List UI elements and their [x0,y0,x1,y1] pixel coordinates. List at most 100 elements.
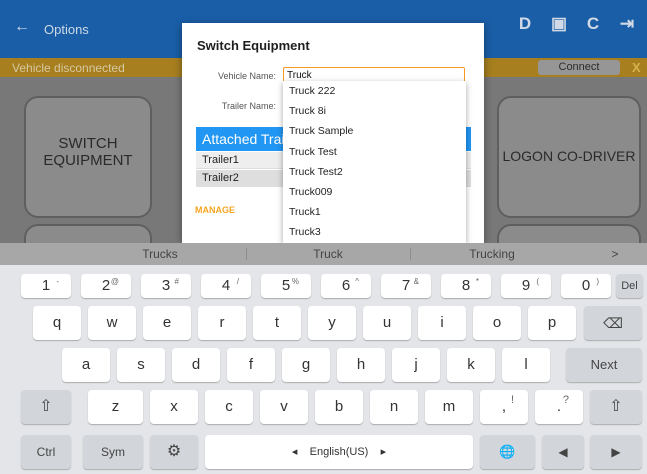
logon-codriver-tile[interactable]: LOGON CO-DRIVER [497,96,641,218]
tile-label: SWITCH [58,135,118,152]
key-i[interactable]: i [418,306,466,340]
suggestion[interactable]: Trucks [80,247,240,261]
driver-d-icon[interactable]: D [513,14,537,34]
key-alt-label: * [475,277,479,286]
delete-key[interactable]: Del [616,274,643,298]
tile-label: EQUIPMENT [43,152,133,169]
key-0[interactable]: 0) [561,274,611,298]
key-alt-label: ? [562,394,569,406]
key-s[interactable]: s [117,348,165,382]
connection-status-text: Vehicle disconnected [12,61,125,75]
key-3[interactable]: 3 # [141,274,191,298]
vehicle-autocomplete-list: Truck 222 Truck 8i Truck Sample Truck Te… [283,81,466,243]
key-r[interactable]: r [198,306,246,340]
sym-key[interactable]: Sym [83,435,143,469]
inspection-icon[interactable]: ▣ [547,14,571,34]
suggestion-divider [410,248,411,260]
suggestion[interactable]: Truck [248,247,408,261]
key-label: 9 [521,277,531,294]
dialog-title: Switch Equipment [197,38,310,53]
vehicle-option[interactable]: Truck 222 [283,81,466,101]
manage-button[interactable]: MANAGE [195,205,235,215]
key-4[interactable]: 4/ [201,274,251,298]
key-d[interactable]: d [172,348,220,382]
key-1[interactable]: 1- [21,274,71,298]
key-8[interactable]: 8 * [441,274,491,298]
key-h[interactable]: h [337,348,385,382]
key-label: 4 [221,277,231,294]
key-q[interactable]: q [33,306,81,340]
key-n[interactable]: n [370,390,418,424]
key-u[interactable]: u [363,306,411,340]
vehicle-option[interactable]: Truck009 [283,182,466,202]
next-key[interactable]: Next [566,348,642,382]
suggestion[interactable]: Trucking [412,247,572,261]
key-alt-label: ! [510,394,514,406]
key-alt-label: ( [536,277,539,286]
key-7[interactable]: 7 & [381,274,431,298]
key-period[interactable]: .? [535,390,583,424]
globe-icon[interactable]: 🌐 [480,435,535,469]
key-alt-label: ) [596,277,599,286]
refresh-icon[interactable]: C [581,14,605,34]
key-f[interactable]: f [227,348,275,382]
vehicle-option[interactable]: Truck3 [283,222,466,242]
key-label: 6 [341,277,351,294]
soft-keyboard: Trucks Truck Trucking > 1- 2 @ 3 # 4/ 5% 6… [0,243,647,474]
shift-right-icon[interactable]: ⇧ [590,390,642,424]
connect-button[interactable]: Connect [538,60,620,75]
key-v[interactable]: v [260,390,308,424]
key-alt-label: @ [110,277,119,286]
key-label: 0 [581,277,591,294]
vehicle-option[interactable]: Truck Test [283,142,466,162]
vehicle-option[interactable]: Truck1 [283,202,466,222]
ctrl-key[interactable]: Ctrl [21,435,71,469]
key-l[interactable]: l [502,348,550,382]
key-o[interactable]: o [473,306,521,340]
key-label: 8 [461,277,471,294]
back-arrow-icon[interactable]: ← [14,18,30,36]
key-label: 1 [41,277,51,294]
key-comma[interactable]: ,! [480,390,528,424]
key-b[interactable]: b [315,390,363,424]
key-y[interactable]: y [308,306,356,340]
key-x[interactable]: x [150,390,198,424]
chevron-right-icon[interactable]: > [600,247,630,261]
key-2[interactable]: 2 @ [81,274,131,298]
vehicle-option[interactable]: Truck Test2 [283,162,466,182]
settings-gear-icon[interactable]: ⚙ [150,435,198,469]
key-label: . [556,398,562,415]
key-p[interactable]: p [528,306,576,340]
key-g[interactable]: g [282,348,330,382]
key-a[interactable]: a [62,348,110,382]
backspace-icon[interactable]: ⌫ [584,306,642,340]
key-z[interactable]: z [88,390,143,424]
key-c[interactable]: c [205,390,253,424]
vehicle-option[interactable]: Truck 8i [283,101,466,121]
key-k[interactable]: k [447,348,495,382]
key-m[interactable]: m [425,390,473,424]
key-5[interactable]: 5% [261,274,311,298]
suggestion-divider [246,248,247,260]
arrow-left-icon[interactable]: ◀ [542,435,584,469]
switch-equipment-tile[interactable]: SWITCH EQUIPMENT [24,96,152,218]
key-9[interactable]: 9( [501,274,551,298]
logout-icon[interactable]: ⇥ [615,14,639,34]
key-e[interactable]: e [143,306,191,340]
key-6[interactable]: 6 ^ [321,274,371,298]
key-t[interactable]: t [253,306,301,340]
trailer-name-label: Trailer Name: [221,101,276,111]
key-label: 5 [281,277,291,294]
dismiss-icon[interactable]: X [632,60,641,75]
key-alt-label: ^ [355,277,359,286]
key-alt-label: # [174,277,179,286]
space-right-icon: ▸ [380,446,387,458]
key-j[interactable]: j [392,348,440,382]
key-alt-label: / [236,277,239,286]
space-bar[interactable]: ◂ English(US) ▸ [205,435,473,469]
vehicle-option[interactable]: Truck Sample [283,121,466,141]
key-w[interactable]: w [88,306,136,340]
key-label: 3 [161,277,171,294]
shift-left-icon[interactable]: ⇧ [21,390,71,424]
arrow-right-icon[interactable]: ▶ [590,435,642,469]
